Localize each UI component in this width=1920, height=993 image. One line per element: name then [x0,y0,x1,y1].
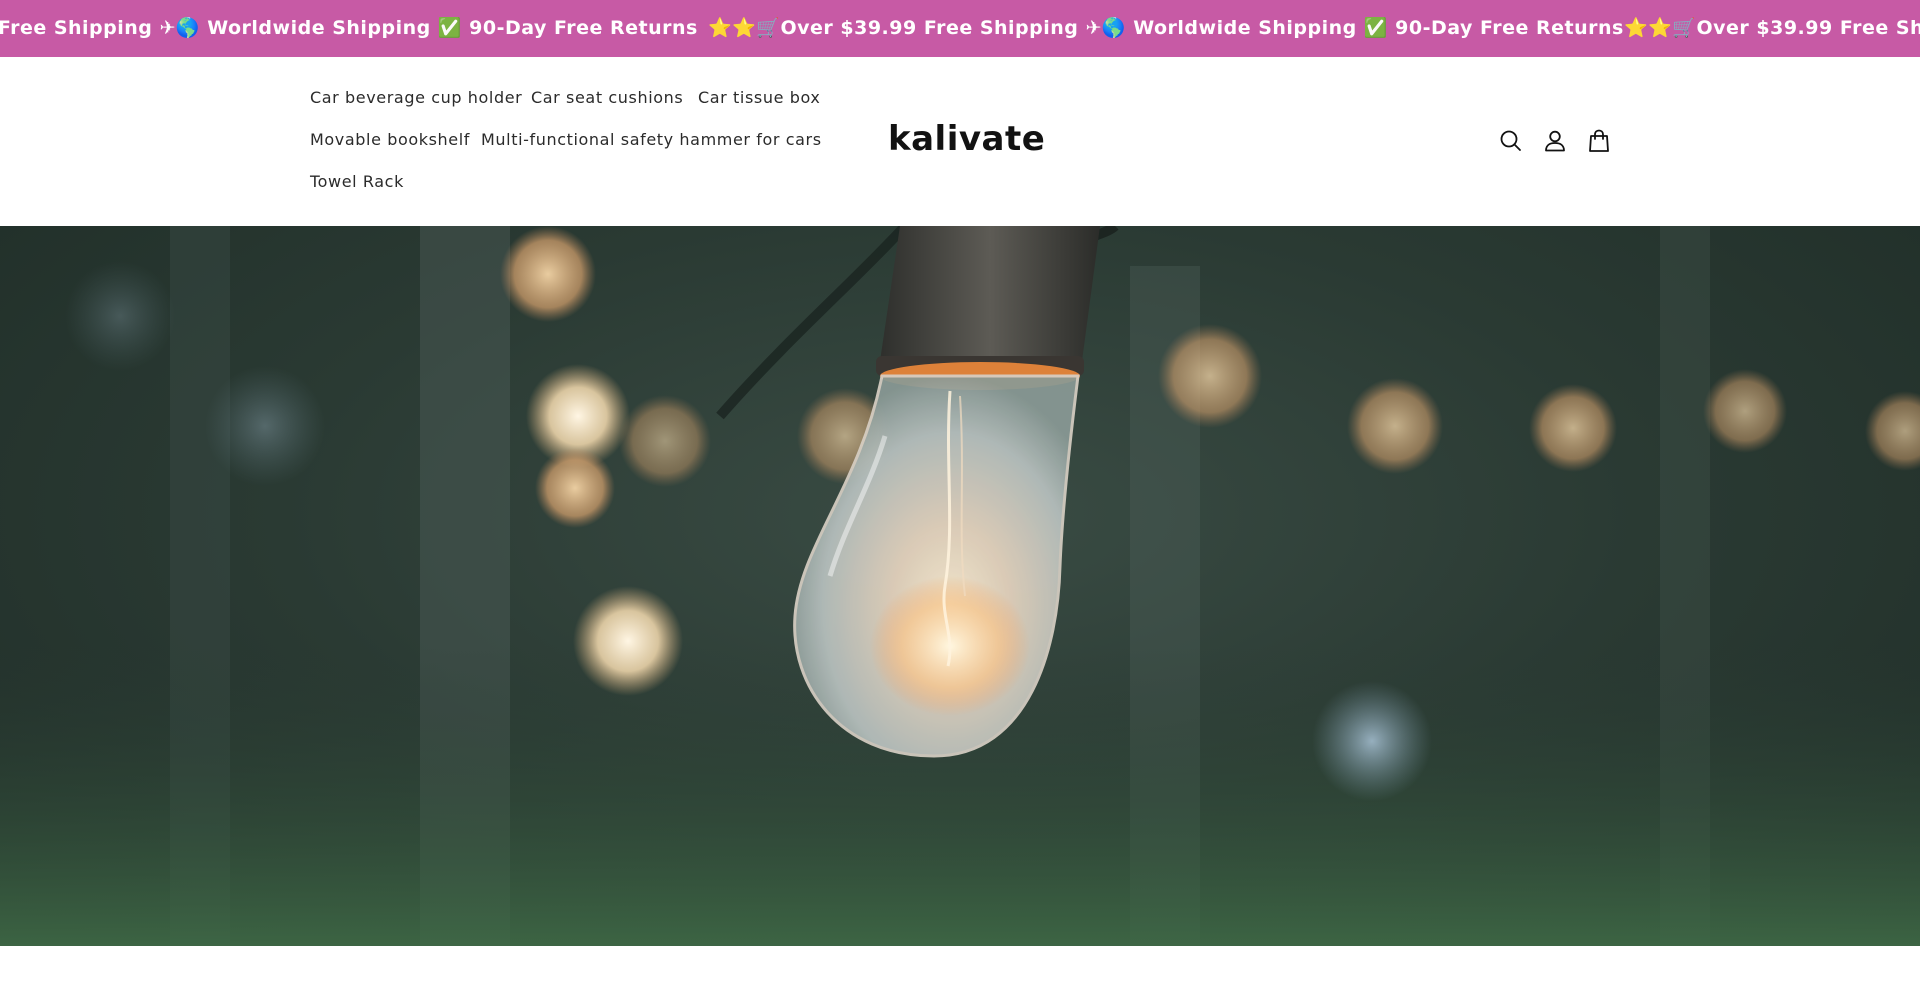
announcement-text: ⭐⭐🛒Over $39.99 Free Shipping ✈🌎 Worldwid… [1624,17,1920,39]
nav-link-movable-bookshelf[interactable]: Movable bookshelf [310,130,470,149]
announcement-text: ⭐⭐🛒Over $39.99 Free Shipping ✈🌎 Worldwid… [708,17,1624,39]
site-header: Car beverage cup holder Car seat cushion… [0,57,1920,226]
nav-link-safety-hammer[interactable]: Multi-functional safety hammer for cars [481,130,822,149]
nav-link-car-beverage-cup-holder[interactable]: Car beverage cup holder [310,88,522,107]
nav-link-car-seat-cushions[interactable]: Car seat cushions [531,88,683,107]
announcement-text: ⭐⭐🛒Over $39.99 Free Shipping ✈🌎 Worldwid… [0,17,698,39]
site-logo[interactable]: kalivate [888,119,1045,159]
hero-banner [0,226,1920,946]
announcement-bar: ⭐⭐🛒Over $39.99 Free Shipping ✈🌎 Worldwid… [0,0,1920,57]
cart-icon[interactable] [1585,127,1613,155]
account-icon[interactable] [1541,127,1569,155]
light-bulb-bokeh-image [0,226,1920,946]
search-icon[interactable] [1497,127,1525,155]
nav-link-car-tissue-box[interactable]: Car tissue box [698,88,820,107]
nav-link-towel-rack[interactable]: Towel Rack [310,172,404,191]
page-continuation [0,946,1920,993]
